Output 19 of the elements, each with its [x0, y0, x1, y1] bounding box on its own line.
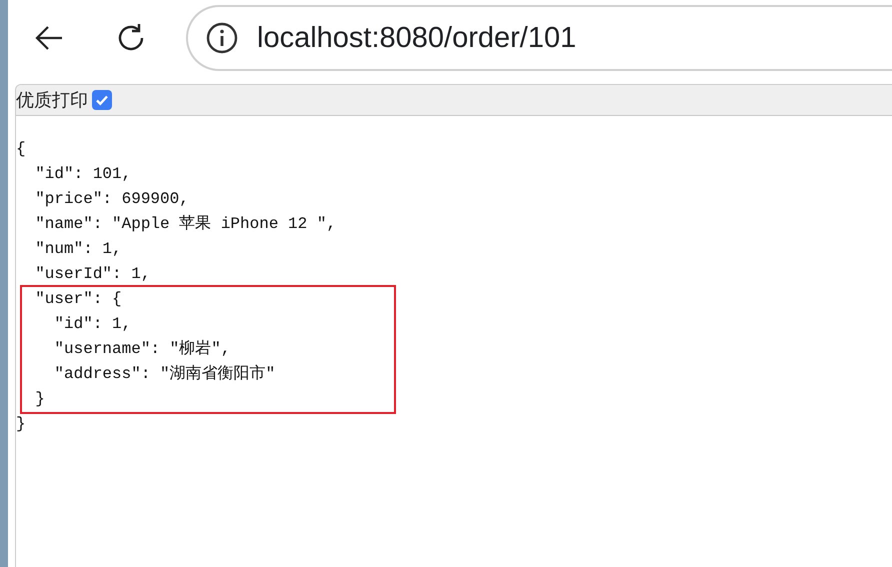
code-line: { [16, 139, 27, 160]
code-line: "address": "湖南省衡阳市" [53, 364, 276, 385]
code-line: "price": 699900, [34, 189, 190, 210]
code-line: "id": 101, [34, 164, 132, 185]
code-line: "userId": 1, [34, 264, 152, 285]
address-bar[interactable]: localhost:8080/order/101 [186, 5, 892, 71]
code-line: "user": { [34, 289, 123, 310]
check-icon [95, 93, 109, 107]
code-line: } [34, 389, 46, 410]
url-text: localhost:8080/order/101 [257, 22, 576, 54]
code-line: "username": "柳岩", [53, 338, 232, 360]
code-line: "name": "Apple 苹果 iPhone 12 ", [34, 214, 338, 235]
info-icon[interactable] [206, 22, 238, 54]
checkbox-label: 优质打印 [16, 89, 88, 112]
code-line: } [16, 414, 27, 435]
code-line: "num": 1, [34, 239, 123, 260]
reload-icon[interactable] [116, 23, 146, 53]
code-line: "id": 1, [53, 314, 132, 335]
checkbox[interactable] [92, 90, 112, 110]
